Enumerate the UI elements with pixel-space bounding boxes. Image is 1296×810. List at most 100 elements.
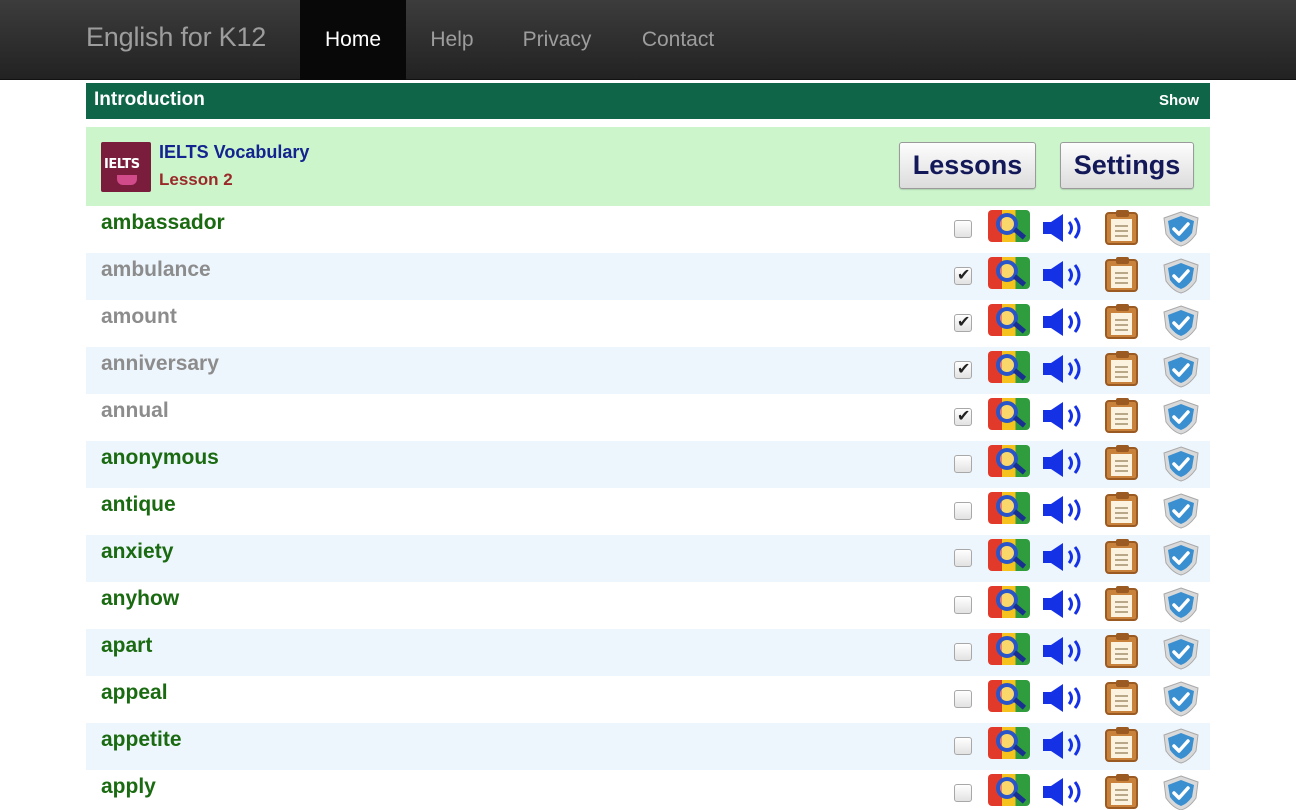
speaker-icon[interactable] xyxy=(1041,446,1089,480)
nav-help[interactable]: Help xyxy=(406,0,498,80)
word-label[interactable]: anonymous xyxy=(101,446,219,470)
word-row: apply ✔ xyxy=(86,770,1210,810)
shield-check-icon[interactable] xyxy=(1161,586,1201,624)
learned-checkbox[interactable]: ✔ xyxy=(954,643,972,661)
shield-check-icon[interactable] xyxy=(1161,539,1201,577)
search-icon[interactable] xyxy=(988,680,1030,712)
learned-checkbox[interactable]: ✔ xyxy=(954,690,972,708)
word-row: anonymous ✔ xyxy=(86,441,1210,488)
search-icon[interactable] xyxy=(988,445,1030,477)
nav-privacy[interactable]: Privacy xyxy=(498,0,616,80)
search-icon[interactable] xyxy=(988,492,1030,524)
shield-check-icon[interactable] xyxy=(1161,445,1201,483)
course-title: IELTS Vocabulary xyxy=(159,142,310,162)
speaker-icon[interactable] xyxy=(1041,587,1089,621)
word-label[interactable]: annual xyxy=(101,399,169,423)
search-icon[interactable] xyxy=(988,539,1030,571)
clipboard-icon[interactable] xyxy=(1105,680,1138,715)
shield-check-icon[interactable] xyxy=(1161,304,1201,342)
speaker-icon[interactable] xyxy=(1041,399,1089,433)
clipboard-icon[interactable] xyxy=(1105,351,1138,386)
speaker-icon[interactable] xyxy=(1041,352,1089,386)
learned-checkbox[interactable]: ✔ xyxy=(954,502,972,520)
speaker-icon[interactable] xyxy=(1041,258,1089,292)
shield-check-icon[interactable] xyxy=(1161,680,1201,718)
word-label[interactable]: appetite xyxy=(101,728,182,752)
speaker-icon[interactable] xyxy=(1041,775,1089,809)
word-row: ambassador ✔ xyxy=(86,206,1210,253)
graduation-cap-icon xyxy=(117,175,137,185)
learned-checkbox[interactable]: ✔ xyxy=(954,549,972,567)
learned-checkbox[interactable]: ✔ xyxy=(954,455,972,473)
word-row: amount ✔ xyxy=(86,300,1210,347)
clipboard-icon[interactable] xyxy=(1105,492,1138,527)
speaker-icon[interactable] xyxy=(1041,681,1089,715)
nav-home[interactable]: Home xyxy=(300,0,406,80)
word-label[interactable]: anniversary xyxy=(101,352,219,376)
learned-checkbox[interactable]: ✔ xyxy=(954,784,972,802)
learned-checkbox[interactable]: ✔ xyxy=(954,220,972,238)
shield-check-icon[interactable] xyxy=(1161,210,1201,248)
nav-contact[interactable]: Contact xyxy=(616,0,740,80)
clipboard-icon[interactable] xyxy=(1105,633,1138,668)
word-label[interactable]: amount xyxy=(101,305,177,329)
word-list: ambassador ✔ ambulance ✔ xyxy=(86,206,1210,810)
shield-check-icon[interactable] xyxy=(1161,351,1201,389)
speaker-icon[interactable] xyxy=(1041,211,1089,245)
lessons-button[interactable]: Lessons xyxy=(899,142,1036,189)
speaker-icon[interactable] xyxy=(1041,634,1089,668)
speaker-icon[interactable] xyxy=(1041,728,1089,762)
word-label[interactable]: anxiety xyxy=(101,540,173,564)
speaker-icon[interactable] xyxy=(1041,305,1089,339)
lesson-number: Lesson 2 xyxy=(159,170,233,189)
word-row: annual ✔ xyxy=(86,394,1210,441)
clipboard-icon[interactable] xyxy=(1105,210,1138,245)
word-row: anxiety ✔ xyxy=(86,535,1210,582)
site-brand[interactable]: English for K12 xyxy=(86,22,266,53)
word-label[interactable]: antique xyxy=(101,493,176,517)
clipboard-icon[interactable] xyxy=(1105,586,1138,621)
clipboard-icon[interactable] xyxy=(1105,727,1138,762)
search-icon[interactable] xyxy=(988,586,1030,618)
word-label[interactable]: ambulance xyxy=(101,258,211,282)
clipboard-icon[interactable] xyxy=(1105,445,1138,480)
search-icon[interactable] xyxy=(988,774,1030,806)
shield-check-icon[interactable] xyxy=(1161,727,1201,765)
word-label[interactable]: appeal xyxy=(101,681,168,705)
search-icon[interactable] xyxy=(988,398,1030,430)
introduction-show-toggle[interactable]: Show xyxy=(1159,92,1199,109)
search-icon[interactable] xyxy=(988,351,1030,383)
search-icon[interactable] xyxy=(988,633,1030,665)
shield-check-icon[interactable] xyxy=(1161,257,1201,295)
shield-check-icon[interactable] xyxy=(1161,492,1201,530)
learned-checkbox[interactable]: ✔ xyxy=(954,314,972,332)
shield-check-icon[interactable] xyxy=(1161,774,1201,810)
word-label[interactable]: apply xyxy=(101,775,156,799)
speaker-icon[interactable] xyxy=(1041,540,1089,574)
search-icon[interactable] xyxy=(988,727,1030,759)
clipboard-icon[interactable] xyxy=(1105,539,1138,574)
word-row: appeal ✔ xyxy=(86,676,1210,723)
learned-checkbox[interactable]: ✔ xyxy=(954,408,972,426)
clipboard-icon[interactable] xyxy=(1105,257,1138,292)
word-row: appetite ✔ xyxy=(86,723,1210,770)
settings-button[interactable]: Settings xyxy=(1060,142,1194,189)
word-row: apart ✔ xyxy=(86,629,1210,676)
speaker-icon[interactable] xyxy=(1041,493,1089,527)
search-icon[interactable] xyxy=(988,210,1030,242)
shield-check-icon[interactable] xyxy=(1161,633,1201,671)
search-icon[interactable] xyxy=(988,257,1030,289)
learned-checkbox[interactable]: ✔ xyxy=(954,596,972,614)
shield-check-icon[interactable] xyxy=(1161,398,1201,436)
learned-checkbox[interactable]: ✔ xyxy=(954,267,972,285)
clipboard-icon[interactable] xyxy=(1105,398,1138,433)
word-label[interactable]: apart xyxy=(101,634,152,658)
clipboard-icon[interactable] xyxy=(1105,304,1138,339)
learned-checkbox[interactable]: ✔ xyxy=(954,361,972,379)
search-icon[interactable] xyxy=(988,304,1030,336)
learned-checkbox[interactable]: ✔ xyxy=(954,737,972,755)
word-label[interactable]: ambassador xyxy=(101,211,225,235)
clipboard-icon[interactable] xyxy=(1105,774,1138,809)
word-label[interactable]: anyhow xyxy=(101,587,179,611)
word-row: antique ✔ xyxy=(86,488,1210,535)
